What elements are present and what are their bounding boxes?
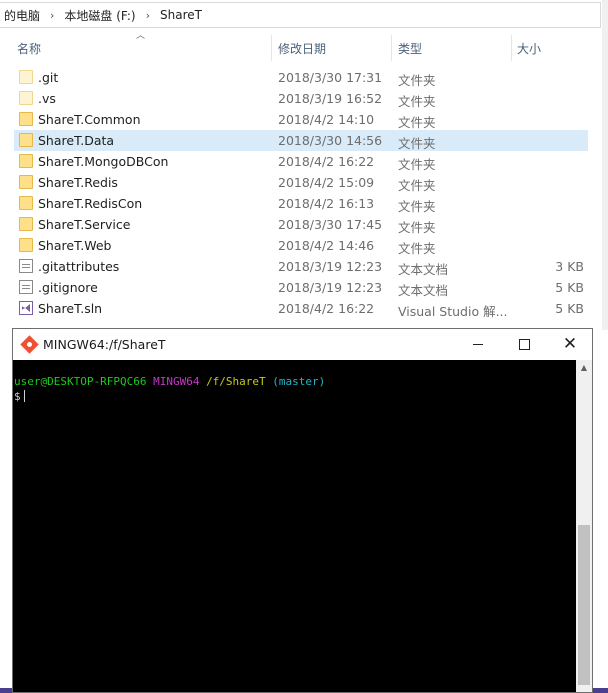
file-date-modified: 2018/3/19 16:52 [278, 91, 383, 106]
terminal-scrollbar[interactable]: ▲ [576, 360, 592, 692]
terminal-title-bar[interactable]: MINGW64:/f/ShareT ✕ [13, 329, 592, 360]
prompt-system: MINGW64 [153, 375, 200, 388]
folder-icon [19, 112, 33, 126]
breadcrumb-this-pc[interactable]: 的电脑 [0, 7, 45, 24]
terminal-output[interactable]: user@DESKTOP-RFPQC66 MINGW64 /f/ShareT (… [13, 360, 576, 692]
text-file-icon [19, 259, 33, 273]
breadcrumb-separator-icon[interactable]: › [45, 9, 59, 22]
file-name: ShareT.Service [38, 217, 131, 232]
visual-studio-solution-icon [19, 301, 33, 315]
file-row[interactable]: .gitignore 2018/3/19 12:23 文本文档 5 KB [0, 277, 600, 298]
prompt-user-host: user@DESKTOP-RFPQC66 [14, 375, 147, 388]
column-header-size[interactable]: 大小 [517, 35, 541, 61]
file-name: ShareT.Data [38, 133, 115, 148]
file-row[interactable]: ShareT.sln 2018/4/2 16:22 Visual Studio 解.… [0, 298, 600, 319]
file-size: 5 KB [555, 280, 584, 295]
file-row[interactable]: ShareT.Redis 2018/4/2 15:09 文件夹 [0, 172, 600, 193]
folder-icon [19, 217, 33, 231]
file-name: .vs [38, 91, 56, 106]
prompt-path: /f/ShareT [206, 375, 266, 388]
file-list: .git 2018/3/30 17:31 文件夹 .vs 2018/3/19 16:52… [0, 67, 600, 319]
folder-icon [19, 196, 33, 210]
file-name: ShareT.Redis [38, 175, 118, 190]
file-type: 文本文档 [398, 283, 449, 298]
text-cursor [23, 390, 25, 402]
file-row[interactable]: ShareT.Service 2018/3/30 17:45 文件夹 [0, 214, 600, 235]
file-type: 文件夹 [398, 73, 436, 88]
file-row[interactable]: .gitattributes 2018/3/19 12:23 文本文档 3 KB [0, 256, 600, 277]
file-date-modified: 2018/3/30 14:56 [278, 133, 383, 148]
file-size: 5 KB [555, 301, 584, 316]
file-date-modified: 2018/4/2 14:10 [278, 112, 375, 127]
taskbar-edge [593, 688, 608, 693]
file-type: 文件夹 [398, 157, 436, 172]
file-explorer-window: 的电脑 › 本地磁盘 (F:) › ShareT ︿ 名称 修改日期 类型 大小… [0, 0, 608, 330]
terminal-title: MINGW64:/f/ShareT [43, 337, 166, 352]
column-header-date-modified[interactable]: 修改日期 [278, 35, 326, 61]
file-date-modified: 2018/3/19 12:23 [278, 259, 383, 274]
breadcrumb-separator-icon[interactable]: › [141, 9, 155, 22]
file-row[interactable]: ShareT.Web 2018/4/2 14:46 文件夹 [0, 235, 600, 256]
file-name: ShareT.Web [38, 238, 112, 253]
folder-icon-hidden [19, 70, 33, 84]
scroll-up-icon[interactable]: ▲ [576, 360, 592, 376]
file-row[interactable]: ShareT.Data 2018/3/30 14:56 文件夹 [0, 130, 600, 151]
column-divider[interactable] [391, 35, 392, 61]
sort-ascending-icon: ︿ [136, 31, 146, 41]
file-type: 文本文档 [398, 262, 449, 277]
folder-icon-hidden [19, 91, 33, 105]
address-bar[interactable]: 的电脑 › 本地磁盘 (F:) › ShareT [0, 2, 601, 28]
file-date-modified: 2018/4/2 16:22 [278, 154, 375, 169]
folder-icon [19, 154, 33, 168]
file-date-modified: 2018/4/2 16:13 [278, 196, 375, 211]
file-date-modified: 2018/3/19 12:23 [278, 280, 383, 295]
column-header-name[interactable]: 名称 [17, 35, 41, 61]
file-date-modified: 2018/4/2 14:46 [278, 238, 375, 253]
file-date-modified: 2018/3/30 17:45 [278, 217, 383, 232]
folder-icon [19, 238, 33, 252]
file-name: .git [38, 70, 59, 85]
prompt-branch: (master) [272, 375, 326, 388]
close-button[interactable]: ✕ [547, 329, 593, 360]
minimize-button[interactable] [455, 329, 501, 360]
file-date-modified: 2018/4/2 15:09 [278, 175, 375, 190]
file-name: ShareT.sln [38, 301, 103, 316]
file-row[interactable]: ShareT.Common 2018/4/2 14:10 文件夹 [0, 109, 600, 130]
maximize-button[interactable] [501, 329, 547, 360]
file-row[interactable]: ShareT.RedisCon 2018/4/2 16:13 文件夹 [0, 193, 600, 214]
prompt-symbol: $ [14, 390, 21, 403]
folder-icon [19, 133, 33, 147]
file-name: ShareT.Common [38, 112, 141, 127]
column-divider[interactable] [271, 35, 272, 61]
column-header-type[interactable]: 类型 [398, 35, 422, 61]
file-type: 文件夹 [398, 94, 436, 109]
file-type: 文件夹 [398, 115, 436, 130]
column-divider[interactable] [511, 35, 512, 61]
file-row[interactable]: .vs 2018/3/19 16:52 文件夹 [0, 88, 600, 109]
file-name: .gitattributes [38, 259, 120, 274]
file-row[interactable]: ShareT.MongoDBCon 2018/4/2 16:22 文件夹 [0, 151, 600, 172]
file-row[interactable]: .git 2018/3/30 17:31 文件夹 [0, 67, 600, 88]
terminal-window[interactable]: MINGW64:/f/ShareT ✕ user@DESKTOP-RFPQC66… [12, 328, 593, 693]
git-bash-icon [20, 335, 39, 354]
file-type: 文件夹 [398, 136, 436, 151]
file-name: ShareT.MongoDBCon [38, 154, 169, 169]
file-size: 3 KB [555, 259, 584, 274]
file-type: 文件夹 [398, 199, 436, 214]
file-type: Visual Studio 解... [398, 304, 508, 319]
text-file-icon [19, 280, 33, 294]
scrollbar-strip [602, 0, 608, 330]
taskbar-edge [0, 688, 12, 693]
breadcrumb-local-disk-f[interactable]: 本地磁盘 (F:) [59, 7, 140, 24]
scrollbar-thumb[interactable] [578, 525, 590, 685]
file-name: .gitignore [38, 280, 98, 295]
file-date-modified: 2018/3/30 17:31 [278, 70, 383, 85]
file-type: 文件夹 [398, 220, 436, 235]
file-type: 文件夹 [398, 178, 436, 193]
file-type: 文件夹 [398, 241, 436, 256]
file-date-modified: 2018/4/2 16:22 [278, 301, 375, 316]
folder-icon [19, 175, 33, 189]
breadcrumb-sharet[interactable]: ShareT [155, 8, 207, 22]
file-name: ShareT.RedisCon [38, 196, 143, 211]
